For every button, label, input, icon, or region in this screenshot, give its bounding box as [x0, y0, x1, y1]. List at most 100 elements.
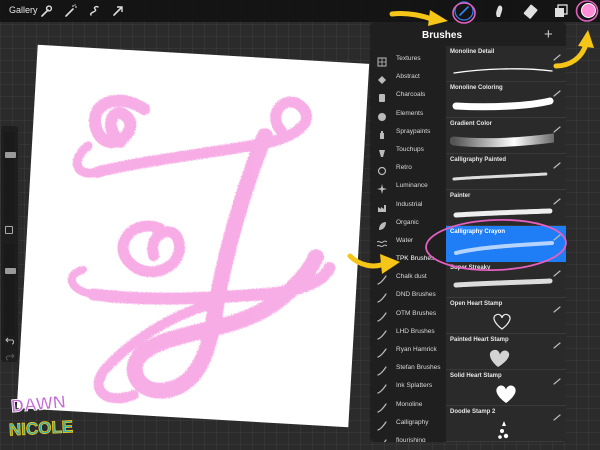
brush-set-label: Charcoals: [396, 91, 426, 99]
brush-stroke-preview: [450, 165, 554, 189]
brush-set-item[interactable]: Ryan Hamrick: [370, 341, 446, 359]
drawing-canvas[interactable]: [16, 44, 370, 428]
brush-settings-icon[interactable]: [553, 120, 561, 133]
brush-name: Doodle Stamp 2: [450, 409, 496, 415]
brush-set-item[interactable]: Ink Splatters: [370, 377, 446, 395]
brush-size-handle[interactable]: [5, 152, 16, 158]
brush-item[interactable]: Painted Heart Stamp: [446, 334, 566, 370]
redo-icon[interactable]: [5, 348, 15, 361]
brush-set-icon: [377, 363, 387, 376]
brush-stroke-preview: [450, 345, 554, 369]
water-icon: [376, 236, 388, 247]
eraser-icon[interactable]: [521, 1, 541, 21]
brush-set-label: Touchups: [396, 145, 424, 153]
brush-stroke-preview: [450, 417, 554, 441]
brush-set-label: flourishing: [396, 436, 426, 442]
brush-name: Solid Heart Stamp: [450, 373, 502, 379]
brush-set-label: Spraypaints: [396, 127, 431, 135]
brush-set-item[interactable]: Elements: [370, 105, 446, 123]
layers-icon[interactable]: [551, 1, 571, 21]
brush-set-item[interactable]: Industrial: [370, 196, 446, 214]
brush-size-slider[interactable]: [4, 132, 16, 224]
brush-set-icon: [377, 381, 387, 394]
undo-icon[interactable]: [5, 332, 15, 345]
luminance-icon: [377, 181, 387, 195]
brush-stroke-preview: [450, 309, 554, 333]
brush-set-item[interactable]: Calligraphy: [370, 414, 446, 432]
brush-set-label: Elements: [396, 109, 424, 117]
retro-icon: [377, 163, 387, 176]
brush-set-item[interactable]: Monoline: [370, 396, 446, 414]
brush-set-item[interactable]: DND Brushes: [370, 286, 446, 304]
brush-settings-icon[interactable]: [553, 300, 561, 313]
abstract-icon: [377, 72, 387, 85]
brush-set-item[interactable]: Luminance: [370, 177, 446, 195]
brush-settings-icon[interactable]: [553, 192, 561, 205]
smudge-icon[interactable]: [489, 1, 509, 21]
brush-set-label: Abstract: [396, 73, 420, 81]
brush-set-icon: [377, 327, 387, 340]
logo-line-1: DAWN: [10, 392, 67, 417]
opacity-handle[interactable]: [5, 268, 16, 274]
brush-item[interactable]: Solid Heart Stamp: [446, 370, 566, 406]
brush-set-item[interactable]: Retro: [370, 159, 446, 177]
brush-item[interactable]: Monoline Coloring: [446, 82, 566, 118]
selection-icon[interactable]: [86, 3, 102, 19]
brush-item[interactable]: Open Heart Stamp: [446, 298, 566, 334]
brush-set-icon: [377, 309, 387, 322]
elements-icon: [377, 109, 387, 121]
brush-name: Gradient Color: [450, 121, 493, 127]
brush-stroke-preview: [450, 57, 554, 81]
brush-set-label: Organic: [396, 218, 419, 226]
annotation-arrow-brush: [389, 6, 452, 28]
brush-settings-icon[interactable]: [553, 156, 561, 169]
brush-settings-icon[interactable]: [553, 336, 561, 349]
brush-set-item[interactable]: Charcoals: [370, 86, 446, 104]
brush-settings-icon[interactable]: [553, 408, 561, 421]
calligraphy-artwork: [67, 94, 336, 404]
brush-set-label: Monoline: [396, 400, 423, 408]
brush-set-item[interactable]: Touchups: [370, 141, 446, 159]
brush-item[interactable]: Doodle Stamp 2: [446, 406, 566, 442]
brush-item[interactable]: Gradient Color: [446, 118, 566, 154]
brush-set-label: DND Brushes: [396, 291, 436, 299]
brush-set-item[interactable]: Textures: [370, 50, 446, 68]
brush-set-item[interactable]: Stefan Brushes: [370, 359, 446, 377]
brush-set-label: Ink Splatters: [396, 382, 433, 390]
brush-set-label: Luminance: [396, 182, 428, 190]
brush-set-item[interactable]: LHD Brushes: [370, 323, 446, 341]
brush-set-label: Textures: [396, 55, 421, 62]
brush-name: Painter: [450, 193, 471, 199]
brush-set-label: Calligraphy: [396, 418, 429, 426]
brush-set-item[interactable]: OTM Brushes: [370, 305, 446, 323]
brush-settings-icon[interactable]: [553, 372, 561, 385]
transform-arrow-icon[interactable]: [110, 3, 126, 19]
gallery-button[interactable]: Gallery: [9, 5, 38, 15]
opacity-slider[interactable]: [4, 244, 16, 336]
brush-set-icon: [377, 345, 387, 358]
modify-button[interactable]: [5, 226, 13, 234]
charcoal-icon: [377, 90, 387, 103]
annotation-circle-brush: [451, 1, 477, 25]
dawn-nicole-logo: DAWN NICOLE: [7, 390, 79, 442]
texture-icon: [377, 54, 387, 67]
magic-wand-icon[interactable]: [62, 3, 78, 19]
brush-name: Open Heart Stamp: [450, 301, 503, 307]
brush-set-icon: [377, 400, 387, 413]
brush-stroke-preview: [450, 381, 554, 405]
brush-stroke-preview: [450, 93, 554, 117]
touchup-icon: [377, 145, 387, 157]
brush-set-item[interactable]: Abstract: [370, 68, 446, 86]
brush-set-label: Ryan Hamrick: [396, 346, 437, 353]
wrench-icon[interactable]: [38, 3, 54, 19]
brush-set-label: Stefan Brushes: [396, 364, 441, 372]
brush-set-item[interactable]: Spraypaints: [370, 123, 446, 141]
brush-settings-icon[interactable]: [553, 84, 561, 97]
brush-item[interactable]: Calligraphy Painted: [446, 154, 566, 190]
brush-set-icon: [377, 436, 387, 442]
brush-set-item[interactable]: flourishing: [370, 432, 446, 442]
brush-set-label: Industrial: [396, 200, 423, 208]
brush-set-label: OTM Brushes: [396, 309, 437, 317]
left-sidebar: [1, 126, 18, 362]
brush-library-title: Brushes: [422, 30, 463, 41]
